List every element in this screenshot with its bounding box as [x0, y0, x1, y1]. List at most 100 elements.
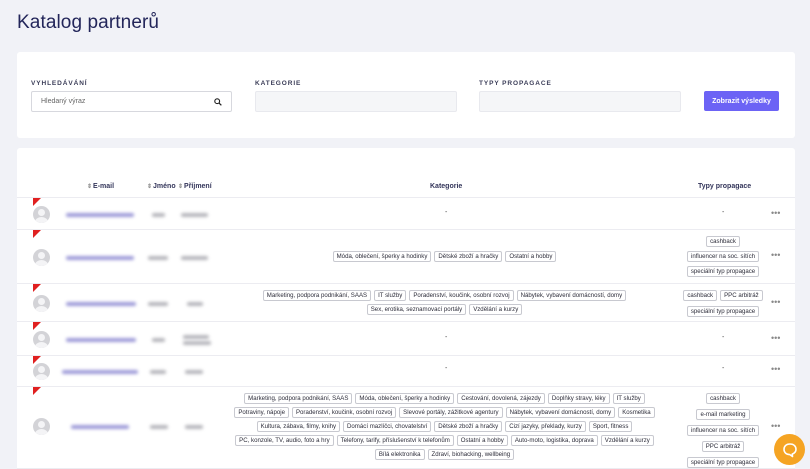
avatar-icon	[33, 331, 50, 348]
category-empty: -	[445, 365, 448, 372]
row-menu-icon[interactable]: •••	[771, 208, 780, 218]
category-tag: Cestování, dovolená, zájezdy	[457, 393, 545, 404]
promo-label: TYPY PROPAGACE	[479, 80, 552, 87]
avatar-icon	[33, 363, 50, 380]
sort-icon: ⇕	[178, 184, 184, 190]
category-tag: Nábytek, vybavení domácností, domy	[505, 407, 616, 418]
row-menu-icon[interactable]: •••	[771, 333, 780, 343]
promo-select[interactable]	[479, 91, 681, 112]
category-tag: Móda, oblečení, šperky a hodinky	[332, 251, 432, 262]
category-tags: Marketing, podpora podnikání, SAAS Móda,…	[222, 393, 667, 404]
flag-marker	[33, 322, 41, 330]
promo-group: TYPY PROPAGACE	[479, 80, 681, 112]
category-tags: Bílá elektronika Zdraví, biohacking, wel…	[222, 449, 667, 460]
row-menu-icon[interactable]: •••	[771, 364, 780, 374]
promo-tag: PPC arbitráž	[701, 441, 745, 452]
category-tag: Kosmetika	[618, 407, 655, 418]
category-tag: Marketing, podpora podnikání, SAAS	[244, 393, 353, 404]
header-last-name[interactable]: ⇕Příjmení	[178, 183, 212, 190]
category-tag: Poradenství, koučink, osobní rozvoj	[409, 290, 514, 301]
promo-tag: speciální typ propagace	[686, 306, 760, 317]
promo-tag: influencer na soc. sítích	[686, 425, 760, 436]
category-group: KATEGORIE	[255, 80, 457, 112]
category-tag: Móda, oblečení, šperky a hodinky	[355, 393, 455, 404]
row-menu-icon[interactable]: •••	[771, 250, 780, 260]
category-tag: Zdraví, biohacking, wellbeing	[427, 449, 515, 460]
promo-tag: e-mail marketing	[696, 409, 750, 420]
search-placeholder: Hledaný výraz	[41, 98, 86, 105]
category-tag: IT služby	[374, 290, 407, 301]
category-empty: -	[445, 209, 448, 216]
search-group: VYHLEDÁVÁNÍ Hledaný výraz	[31, 80, 232, 112]
promo-tags: cashback e-mail marketing influencer na …	[657, 393, 789, 468]
category-tag: Marketing, podpora podnikání, SAAS	[262, 290, 372, 301]
flag-marker	[33, 230, 41, 238]
category-tag: Vzdělání a kurzy	[469, 304, 523, 315]
table-row[interactable]: Marketing, podpora podnikání, SAAS Móda,…	[17, 386, 795, 468]
table-row[interactable]: - - •••	[17, 197, 795, 229]
flag-marker	[33, 387, 41, 395]
category-empty: -	[445, 334, 448, 341]
category-tag: Kultura, zábava, filmy, knihy	[256, 421, 341, 432]
category-tag: PC, konzole, TV, audio, foto a hry	[235, 435, 334, 446]
sort-icon: ⇕	[87, 184, 93, 190]
promo-tag: speciální typ propagace	[686, 266, 760, 277]
promo-tags: cashback influencer na soc. sítích speci…	[657, 236, 789, 277]
search-label: VYHLEDÁVÁNÍ	[31, 80, 88, 87]
category-tag: Nábytek, vybavení domácností, domy	[516, 290, 627, 301]
flag-marker	[33, 284, 41, 292]
category-tag: Potraviny, nápoje	[234, 407, 289, 418]
row-menu-icon[interactable]: •••	[771, 421, 780, 431]
category-tags: Kultura, zábava, filmy, knihy Domácí maz…	[222, 421, 667, 432]
category-tag: Poradenství, koučink, osobní rozvoj	[291, 407, 397, 418]
category-tag: Ostatní a hobby	[505, 251, 557, 262]
category-tag: Doplňky stravy, léky	[547, 393, 610, 404]
table-row[interactable]: Móda, oblečení, šperky a hodinky Dětské …	[17, 229, 795, 283]
avatar-icon	[33, 418, 50, 435]
avatar-icon	[33, 249, 50, 266]
category-tag: Bílá elektronika	[374, 449, 425, 460]
promo-tag: cashback	[706, 236, 740, 247]
promo-tag: influencer na soc. sítích	[686, 251, 760, 262]
category-label: KATEGORIE	[255, 80, 302, 87]
category-tag: Vzdělání a kurzy	[600, 435, 654, 446]
show-results-button[interactable]: Zobrazit výsledky	[704, 91, 779, 111]
header-category: Kategorie	[430, 183, 463, 190]
category-tag: Sex, erotika, seznamovací portály	[366, 304, 467, 315]
page-title: Katalog partnerů	[17, 12, 160, 33]
promo-tag: PPC arbitráž	[720, 290, 763, 301]
promo-empty: -	[722, 209, 725, 216]
avatar-icon	[33, 206, 50, 223]
promo-tag: speciální typ propagace	[686, 457, 760, 468]
category-tags: Marketing, podpora podnikání, SAAS IT sl…	[222, 290, 667, 301]
category-tag: Telefony, tarify, příslušenství k telefo…	[336, 435, 454, 446]
chat-button[interactable]	[774, 434, 805, 465]
header-first-name[interactable]: ⇕Jméno	[147, 183, 176, 190]
sort-icon: ⇕	[147, 184, 153, 190]
header-email[interactable]: ⇕E-mail	[87, 183, 114, 190]
promo-tags: cashback PPC arbitráž speciální typ prop…	[657, 290, 789, 317]
filter-panel: VYHLEDÁVÁNÍ Hledaný výraz KATEGORIE TYPY…	[17, 52, 795, 138]
table-row[interactable]: - - •••	[17, 321, 795, 355]
flag-marker	[33, 198, 41, 206]
partner-table: ⇕E-mail ⇕Jméno ⇕Příjmení Kategorie Typy …	[17, 148, 795, 469]
category-tag: Dětské zboží a hračky	[434, 421, 503, 432]
promo-tag: cashback	[683, 290, 718, 301]
chat-icon	[782, 442, 797, 457]
category-tags: PC, konzole, TV, audio, foto a hry Telef…	[222, 435, 667, 446]
category-tag: Auto-moto, logistika, doprava	[510, 435, 598, 446]
header-promo: Typy propagace	[698, 183, 752, 190]
category-tag: IT služby	[612, 393, 645, 404]
category-select[interactable]	[255, 91, 457, 112]
search-input[interactable]: Hledaný výraz	[31, 91, 232, 112]
category-tags: Potraviny, nápoje Poradenství, koučink, …	[222, 407, 667, 418]
table-row[interactable]: - - •••	[17, 355, 795, 386]
category-tags: Móda, oblečení, šperky a hodinky Dětské …	[222, 251, 667, 262]
table-row[interactable]: Marketing, podpora podnikání, SAAS IT sl…	[17, 283, 795, 321]
category-tag: Slevové portály, zážitkové agentury	[399, 407, 503, 418]
category-tag: Sport, fitness	[588, 421, 633, 432]
row-menu-icon[interactable]: •••	[771, 297, 780, 307]
search-icon[interactable]	[214, 98, 222, 106]
category-tag: Dětské zboží a hračky	[434, 251, 503, 262]
promo-tag: cashback	[706, 393, 740, 404]
